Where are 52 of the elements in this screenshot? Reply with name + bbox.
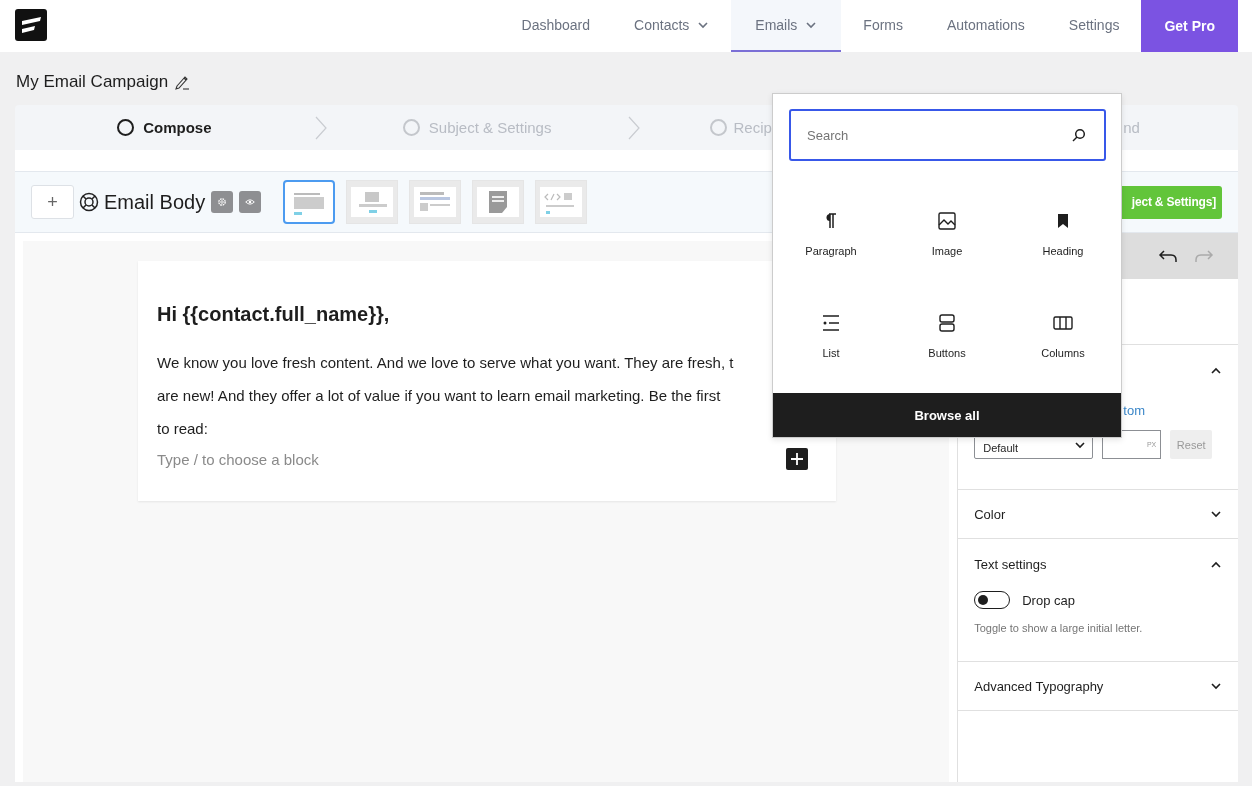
lifebuoy-icon xyxy=(79,192,99,212)
toolbar-title: Email Body xyxy=(104,190,206,214)
block-option[interactable]: Columns xyxy=(1005,296,1121,376)
chevron-down-icon[interactable] xyxy=(1210,680,1222,692)
eye-icon xyxy=(245,197,256,207)
search-field[interactable]: Search xyxy=(789,109,1106,161)
block-input-field[interactable]: Type / to choose a block xyxy=(157,451,319,468)
get-pro-button[interactable]: Get Pro xyxy=(1141,0,1238,52)
toggle-label: Drop cap xyxy=(1022,592,1075,608)
list-icon xyxy=(821,313,841,333)
nav-item[interactable]: Forms xyxy=(841,0,925,52)
buttons-icon xyxy=(937,313,957,333)
add-block-button[interactable]: + xyxy=(31,185,74,219)
nav-item[interactable]: Dashboard xyxy=(499,0,613,52)
preview-button[interactable] xyxy=(239,191,262,213)
block-option[interactable]: List xyxy=(773,296,889,376)
step-circle-icon xyxy=(117,119,135,136)
email-paragraph: We know you love fresh content. And we love to serve what you want. They are fresh, t are new! And they offer a lot of value if you want to learn email marketing. Be the first to read: xyxy=(157,353,735,439)
email-heading: Hi {{contact.full_name}}, xyxy=(157,303,390,326)
section-title[interactable]: Color xyxy=(974,506,1006,522)
section-title[interactable]: Text settings xyxy=(974,556,1047,572)
columns-icon xyxy=(1053,313,1073,333)
block-option[interactable]: Image xyxy=(889,194,1005,274)
step-circle-icon xyxy=(402,119,420,136)
nav-item[interactable]: Emails xyxy=(731,0,842,52)
logo-icon[interactable] xyxy=(15,9,47,41)
custom-link[interactable]: tom xyxy=(1123,403,1145,418)
step-tab[interactable]: Compose xyxy=(15,105,314,150)
toggle-switch[interactable] xyxy=(974,591,1011,609)
chevron-icon xyxy=(626,115,641,140)
help-text: Toggle to show a large initial letter. xyxy=(974,622,1144,634)
section-title[interactable]: Advanced Typography xyxy=(974,678,1104,694)
add-block-button[interactable] xyxy=(786,448,808,470)
block-option[interactable]: Paragraph xyxy=(773,194,889,274)
browse-all-button[interactable]: Browse all xyxy=(773,393,1121,437)
caret-icon xyxy=(1074,439,1087,450)
settings-icon xyxy=(217,196,228,208)
pencil-icon[interactable] xyxy=(174,74,191,90)
chevron-icon xyxy=(313,115,328,140)
plus-icon xyxy=(791,453,803,465)
nav-item[interactable]: Settings xyxy=(1046,0,1142,52)
image-icon xyxy=(937,211,957,231)
settings-button[interactable] xyxy=(211,191,234,213)
template-thumbnail[interactable] xyxy=(283,180,336,224)
campaign-title: My Email Campaign xyxy=(16,72,169,92)
search-icon xyxy=(1072,128,1086,142)
undo-icon[interactable] xyxy=(1158,248,1178,264)
nav-item[interactable]: Contacts xyxy=(612,0,732,52)
block-option[interactable]: Buttons xyxy=(889,296,1005,376)
step-circle-icon xyxy=(709,119,727,136)
nav-item[interactable]: Automations xyxy=(925,0,1047,52)
chevron-down-icon[interactable] xyxy=(1210,508,1222,520)
